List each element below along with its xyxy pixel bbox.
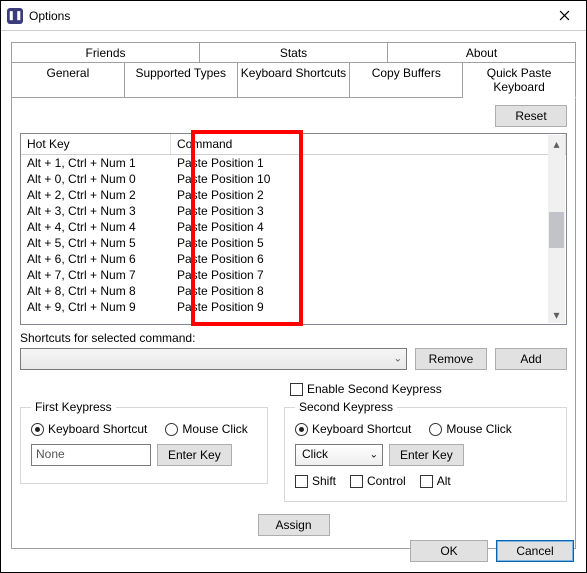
tabs-row-top: Friends Stats About <box>11 42 576 63</box>
remove-button[interactable]: Remove <box>415 348 487 370</box>
tab-panel: Reset Hot Key Command Alt + 1, Ctrl + Nu… <box>11 97 576 549</box>
cell-hotkey: Alt + 4, Ctrl + Num 4 <box>21 219 171 235</box>
table-row[interactable]: Alt + 3, Ctrl + Num 3Paste Position 3 <box>21 203 566 219</box>
cell-hotkey: Alt + 8, Ctrl + Num 8 <box>21 283 171 299</box>
table-row[interactable]: Alt + 1, Ctrl + Num 1Paste Position 1 <box>21 155 566 171</box>
first-key-input[interactable]: None <box>31 444 151 466</box>
table-row[interactable]: Alt + 7, Ctrl + Num 7Paste Position 7 <box>21 267 566 283</box>
scrollbar[interactable]: ▴ ▾ <box>548 135 565 323</box>
cell-command: Paste Position 6 <box>171 251 566 267</box>
app-icon: ❚❚ <box>7 8 23 24</box>
first-keypress-group: First Keypress Keyboard Shortcut Mouse C… <box>20 400 268 484</box>
cell-hotkey: Alt + 9, Ctrl + Num 9 <box>21 299 171 315</box>
table-row[interactable]: Alt + 6, Ctrl + Num 6Paste Position 6 <box>21 251 566 267</box>
tab-about[interactable]: About <box>388 42 576 63</box>
first-enter-key-button[interactable]: Enter Key <box>157 444 232 466</box>
close-icon <box>559 10 570 21</box>
tab-keyboard-shortcuts[interactable]: Keyboard Shortcuts <box>238 62 351 98</box>
second-click-combo[interactable]: Click ⌄ <box>295 444 383 466</box>
tab-friends[interactable]: Friends <box>11 42 200 63</box>
table-row[interactable]: Alt + 8, Ctrl + Num 8Paste Position 8 <box>21 283 566 299</box>
assign-button[interactable]: Assign <box>258 514 330 536</box>
cell-hotkey: Alt + 6, Ctrl + Num 6 <box>21 251 171 267</box>
tab-general[interactable]: General <box>11 62 125 98</box>
enable-second-checkbox[interactable] <box>290 383 303 396</box>
table-row[interactable]: Alt + 9, Ctrl + Num 9Paste Position 9 <box>21 299 566 315</box>
shortcuts-table: Hot Key Command Alt + 1, Ctrl + Num 1Pas… <box>20 133 567 325</box>
scroll-down-icon[interactable]: ▾ <box>548 306 565 323</box>
reset-button[interactable]: Reset <box>495 105 567 127</box>
tab-supported-types[interactable]: Supported Types <box>125 62 238 98</box>
second-keypress-group: Second Keypress Keyboard Shortcut Mouse … <box>284 400 567 502</box>
table-row[interactable]: Alt + 4, Ctrl + Num 4Paste Position 4 <box>21 219 566 235</box>
cell-hotkey: Alt + 2, Ctrl + Num 2 <box>21 187 171 203</box>
second-radio-shortcut[interactable]: Keyboard Shortcut <box>295 422 411 436</box>
tab-quick-paste-keyboard[interactable]: Quick Paste Keyboard <box>463 62 576 98</box>
table-row[interactable]: Alt + 2, Ctrl + Num 2Paste Position 2 <box>21 187 566 203</box>
table-row[interactable]: Alt + 0, Ctrl + Num 0Paste Position 10 <box>21 171 566 187</box>
shift-checkbox[interactable]: Shift <box>295 474 336 488</box>
tab-stats[interactable]: Stats <box>200 42 388 63</box>
shortcuts-combo[interactable]: ⌄ <box>20 348 407 370</box>
cell-hotkey: Alt + 5, Ctrl + Num 5 <box>21 235 171 251</box>
add-button[interactable]: Add <box>495 348 567 370</box>
cell-command: Paste Position 4 <box>171 219 566 235</box>
cell-command: Paste Position 3 <box>171 203 566 219</box>
cell-hotkey: Alt + 0, Ctrl + Num 0 <box>21 171 171 187</box>
tabs-row-bottom: General Supported Types Keyboard Shortcu… <box>11 62 576 98</box>
scroll-up-icon[interactable]: ▴ <box>548 135 565 152</box>
table-body[interactable]: Alt + 1, Ctrl + Num 1Paste Position 1Alt… <box>21 155 566 322</box>
cell-command: Paste Position 7 <box>171 267 566 283</box>
cell-hotkey: Alt + 3, Ctrl + Num 3 <box>21 203 171 219</box>
control-checkbox[interactable]: Control <box>350 474 406 488</box>
shortcuts-label: Shortcuts for selected command: <box>20 331 567 345</box>
cancel-button[interactable]: Cancel <box>496 540 574 562</box>
tab-copy-buffers[interactable]: Copy Buffers <box>350 62 463 98</box>
close-button[interactable] <box>542 1 586 30</box>
cell-command: Paste Position 10 <box>171 171 566 187</box>
enable-second-label: Enable Second Keypress <box>307 382 442 396</box>
second-keypress-legend: Second Keypress <box>295 400 397 414</box>
options-window: ❚❚ Options Friends Stats About General S… <box>0 0 587 573</box>
col-command[interactable]: Command <box>171 134 566 154</box>
cell-hotkey: Alt + 1, Ctrl + Num 1 <box>21 155 171 171</box>
cell-command: Paste Position 2 <box>171 187 566 203</box>
col-hotkey[interactable]: Hot Key <box>21 134 171 154</box>
table-row[interactable]: Alt + 5, Ctrl + Num 5Paste Position 5 <box>21 235 566 251</box>
cell-command: Paste Position 1 <box>171 155 566 171</box>
ok-button[interactable]: OK <box>410 540 488 562</box>
second-enter-key-button[interactable]: Enter Key <box>389 444 464 466</box>
alt-checkbox[interactable]: Alt <box>420 474 451 488</box>
cell-command: Paste Position 8 <box>171 283 566 299</box>
scroll-thumb[interactable] <box>549 212 564 248</box>
chevron-down-icon: ⌄ <box>394 354 402 365</box>
cell-command: Paste Position 9 <box>171 299 566 315</box>
first-radio-shortcut[interactable]: Keyboard Shortcut <box>31 422 147 436</box>
window-title: Options <box>29 9 542 23</box>
chevron-down-icon: ⌄ <box>370 450 378 461</box>
second-radio-mouse[interactable]: Mouse Click <box>429 422 511 436</box>
first-radio-mouse[interactable]: Mouse Click <box>165 422 247 436</box>
titlebar: ❚❚ Options <box>1 1 586 31</box>
first-keypress-legend: First Keypress <box>31 400 116 414</box>
cell-command: Paste Position 5 <box>171 235 566 251</box>
cell-hotkey: Alt + 7, Ctrl + Num 7 <box>21 267 171 283</box>
